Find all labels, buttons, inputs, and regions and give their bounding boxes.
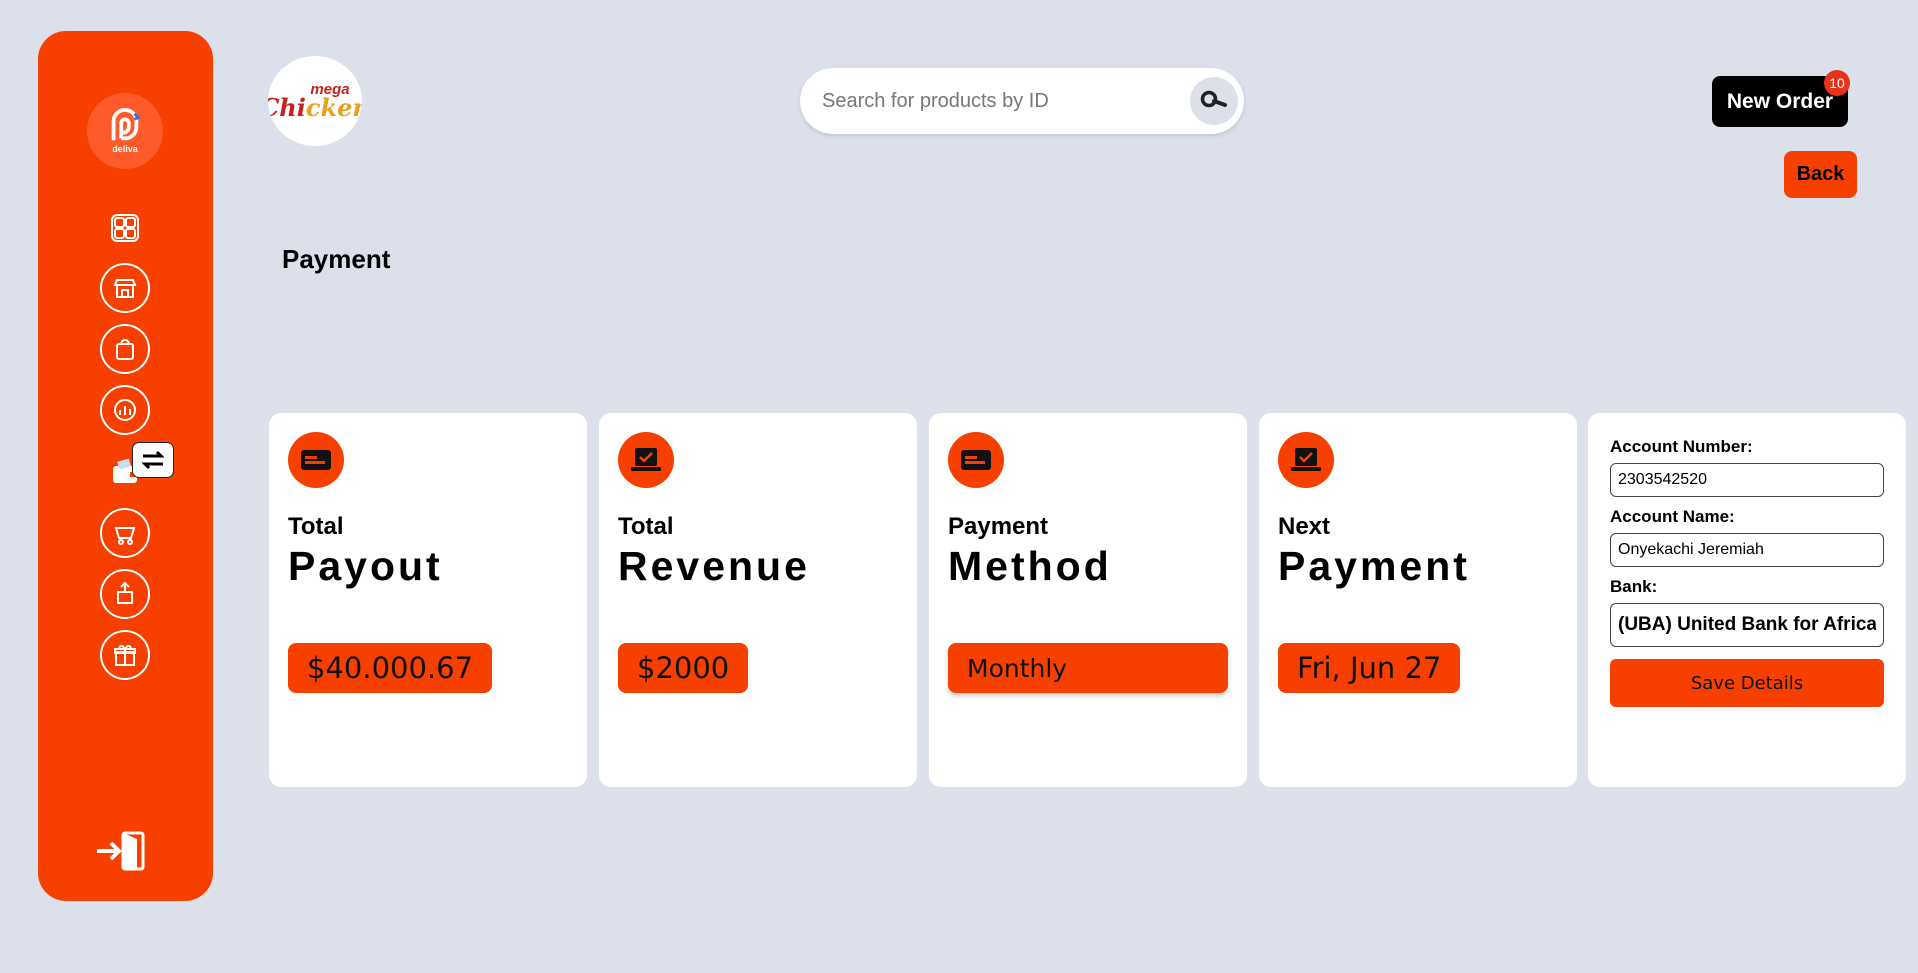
new-order-badge: 10 xyxy=(1824,70,1850,96)
payment-method-select[interactable]: Monthly xyxy=(948,643,1228,693)
account-details-form: Account Number: Account Name: Bank: Save… xyxy=(1588,413,1906,787)
card-title-line2: Revenue xyxy=(618,543,810,589)
swap-arrows-icon xyxy=(141,450,165,470)
account-name-label: Account Name: xyxy=(1610,507,1735,526)
total-payout-value: $40.000.67 xyxy=(288,643,493,693)
brand-logo-line2: Chicken xyxy=(268,93,362,122)
account-number-label: Account Number: xyxy=(1610,437,1753,456)
card-title-line1: Total xyxy=(288,513,344,540)
deliva-logo[interactable]: deliva xyxy=(87,93,163,169)
brand-word: deliva xyxy=(112,144,138,154)
back-button[interactable]: Back xyxy=(1784,151,1857,198)
card-title-line2: Method xyxy=(948,543,1112,589)
deliva-logo-icon xyxy=(111,108,141,141)
laptop-check-icon xyxy=(618,432,674,488)
card-payment-icon xyxy=(288,432,344,488)
card-title-line1: Payment xyxy=(948,513,1049,540)
sidebar-toggle-button[interactable] xyxy=(132,442,174,478)
save-details-button[interactable]: Save Details xyxy=(1610,659,1884,707)
card-title-line2: Payment xyxy=(1278,543,1470,589)
basket-icon[interactable] xyxy=(100,508,150,558)
search-input[interactable] xyxy=(822,89,1182,113)
brand-logo: mega Chicken xyxy=(268,56,362,146)
card-title-line1: Total xyxy=(618,513,674,540)
bag-icon[interactable] xyxy=(100,324,150,374)
delivery-box-icon[interactable] xyxy=(100,569,150,619)
new-order-label: New Order xyxy=(1726,89,1834,113)
card-title-line1: Next xyxy=(1278,513,1331,540)
total-revenue-card: Total Revenue $2000 xyxy=(599,413,917,787)
card-title-line2: Payout xyxy=(288,543,443,589)
gift-icon[interactable] xyxy=(100,630,150,680)
account-name-input[interactable] xyxy=(1610,533,1884,567)
logout-icon[interactable] xyxy=(93,829,149,873)
bank-input[interactable] xyxy=(1610,603,1884,647)
next-payment-value: Fri, Jun 27 xyxy=(1278,643,1461,693)
page-title: Payment xyxy=(282,244,391,274)
next-payment-card: Next Payment Fri, Jun 27 xyxy=(1259,413,1577,787)
new-order-button[interactable]: New Order 10 xyxy=(1712,70,1850,127)
search-button[interactable] xyxy=(1190,77,1238,125)
card-payment-icon xyxy=(948,432,1004,488)
total-revenue-value: $2000 xyxy=(618,643,749,693)
dashboard-icon[interactable] xyxy=(100,203,150,253)
restaurant-icon[interactable] xyxy=(100,263,150,313)
total-payout-card: Total Payout $40.000.67 xyxy=(269,413,587,787)
payment-method-card: Payment Method Monthly xyxy=(929,413,1247,787)
search-bar xyxy=(800,68,1244,134)
account-number-input[interactable] xyxy=(1610,463,1884,497)
analytics-icon[interactable] xyxy=(100,385,150,435)
bank-label: Bank: xyxy=(1610,577,1658,596)
sidebar: deliva xyxy=(38,31,213,901)
search-icon xyxy=(1200,90,1227,108)
laptop-check-icon xyxy=(1278,432,1334,488)
